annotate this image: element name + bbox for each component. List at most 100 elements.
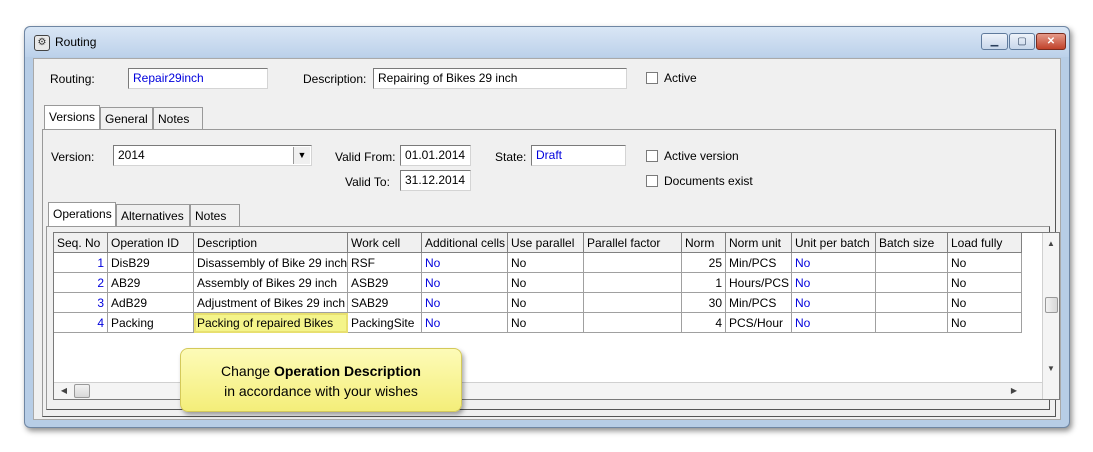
callout-line-1: Change Operation Description — [181, 361, 461, 381]
col-description[interactable]: Description — [194, 233, 348, 253]
cell-load-fully[interactable]: No — [948, 293, 1022, 313]
cell-additional-cells[interactable]: No — [422, 273, 508, 293]
col-load-fully[interactable]: Load fully — [948, 233, 1022, 253]
cell-parallel-factor[interactable] — [584, 313, 682, 333]
cell-work-cell[interactable]: SAB29 — [348, 293, 422, 313]
cell-parallel-factor[interactable] — [584, 293, 682, 313]
minimize-button[interactable]: ▁ — [981, 33, 1008, 50]
cell-batch-size[interactable] — [876, 273, 948, 293]
tab-inner-notes[interactable]: Notes — [190, 204, 240, 226]
version-select-value: 2014 — [118, 148, 145, 162]
col-batch-size[interactable]: Batch size — [876, 233, 948, 253]
cell-parallel-factor[interactable] — [584, 253, 682, 273]
cell-load-fully[interactable]: No — [948, 273, 1022, 293]
col-unit-per-batch[interactable]: Unit per batch — [792, 233, 876, 253]
scroll-down-icon[interactable]: ▼ — [1043, 361, 1059, 377]
cell-parallel-factor[interactable] — [584, 273, 682, 293]
active-label: Active — [664, 71, 697, 85]
vertical-scroll-thumb[interactable] — [1045, 297, 1058, 313]
valid-to-input[interactable]: 31.12.2014 — [400, 170, 471, 191]
cell-load-fully[interactable]: No — [948, 253, 1022, 273]
cell-additional-cells[interactable]: No — [422, 253, 508, 273]
valid-from-label: Valid From: — [335, 150, 396, 164]
cell-load-fully[interactable]: No — [948, 313, 1022, 333]
state-input[interactable]: Draft — [531, 145, 626, 166]
cell-norm-unit[interactable]: Min/PCS — [726, 253, 792, 273]
callout-tooltip: Change Operation Description in accordan… — [180, 348, 462, 412]
cell-description[interactable]: Adjustment of Bikes 29 inch — [194, 293, 348, 313]
cell-description[interactable]: Disassembly of Bike 29 inch — [194, 253, 348, 273]
routing-input[interactable]: Repair29inch — [128, 68, 268, 89]
table-row[interactable]: 2 AB29 Assembly of Bikes 29 inch ASB29 N… — [54, 273, 1022, 293]
cell-batch-size[interactable] — [876, 293, 948, 313]
table-row[interactable]: 4 Packing Packing of repaired Bikes Pack… — [54, 313, 1022, 333]
cell-operation-id[interactable]: AdB29 — [108, 293, 194, 313]
col-norm[interactable]: Norm — [682, 233, 726, 253]
cell-work-cell[interactable]: ASB29 — [348, 273, 422, 293]
tab-general[interactable]: General — [100, 107, 153, 129]
cell-work-cell[interactable]: RSF — [348, 253, 422, 273]
cell-operation-id[interactable]: DisB29 — [108, 253, 194, 273]
callout-line-2: in accordance with your wishes — [224, 383, 418, 399]
col-parallel-factor[interactable]: Parallel factor — [584, 233, 682, 253]
cell-unit-per-batch[interactable]: No — [792, 253, 876, 273]
table-row[interactable]: 1 DisB29 Disassembly of Bike 29 inch RSF… — [54, 253, 1022, 273]
tab-alternatives[interactable]: Alternatives — [116, 204, 190, 226]
cell-use-parallel[interactable]: No — [508, 273, 584, 293]
col-norm-unit[interactable]: Norm unit — [726, 233, 792, 253]
scroll-left-icon[interactable]: ◀ — [56, 383, 72, 399]
cell-additional-cells[interactable]: No — [422, 293, 508, 313]
cell-unit-per-batch[interactable]: No — [792, 313, 876, 333]
valid-from-input[interactable]: 01.01.2014 — [400, 145, 471, 166]
valid-to-label: Valid To: — [345, 175, 390, 189]
cell-norm[interactable]: 30 — [682, 293, 726, 313]
col-seq-no[interactable]: Seq. No — [54, 233, 108, 253]
col-operation-id[interactable]: Operation ID — [108, 233, 194, 253]
tab-versions[interactable]: Versions — [44, 105, 100, 129]
tab-operations[interactable]: Operations — [48, 202, 116, 226]
tab-notes[interactable]: Notes — [153, 107, 203, 129]
cell-additional-cells[interactable]: No — [422, 313, 508, 333]
active-checkbox[interactable] — [646, 72, 658, 84]
cell-unit-per-batch[interactable]: No — [792, 293, 876, 313]
horizontal-scroll-thumb[interactable] — [74, 384, 90, 398]
close-button[interactable]: ✕ — [1036, 33, 1066, 50]
vertical-scrollbar[interactable]: ▲ ▼ — [1042, 233, 1059, 399]
cell-norm-unit[interactable]: PCS/Hour — [726, 313, 792, 333]
table-header-row: Seq. No Operation ID Description Work ce… — [54, 233, 1022, 253]
cell-use-parallel[interactable]: No — [508, 293, 584, 313]
cell-norm[interactable]: 1 — [682, 273, 726, 293]
cell-use-parallel[interactable]: No — [508, 253, 584, 273]
cell-unit-per-batch[interactable]: No — [792, 273, 876, 293]
chevron-down-icon[interactable]: ▼ — [293, 147, 310, 164]
cell-operation-id[interactable]: Packing — [108, 313, 194, 333]
col-work-cell[interactable]: Work cell — [348, 233, 422, 253]
cell-norm-unit[interactable]: Hours/PCS — [726, 273, 792, 293]
cell-batch-size[interactable] — [876, 253, 948, 273]
cell-batch-size[interactable] — [876, 313, 948, 333]
table-row[interactable]: 3 AdB29 Adjustment of Bikes 29 inch SAB2… — [54, 293, 1022, 313]
cell-seq-no[interactable]: 4 — [54, 313, 108, 333]
cell-norm-unit[interactable]: Min/PCS — [726, 293, 792, 313]
cell-description[interactable]: Assembly of Bikes 29 inch — [194, 273, 348, 293]
cell-norm[interactable]: 4 — [682, 313, 726, 333]
title-bar[interactable]: ⚙ Routing ▁ ▢ ✕ — [25, 27, 1069, 57]
description-input[interactable]: Repairing of Bikes 29 inch — [373, 68, 627, 89]
scroll-up-icon[interactable]: ▲ — [1043, 236, 1059, 252]
routing-label: Routing: — [50, 72, 95, 86]
col-additional-cells[interactable]: Additional cells — [422, 233, 508, 253]
cell-norm[interactable]: 25 — [682, 253, 726, 273]
scroll-right-icon[interactable]: ▶ — [1006, 383, 1022, 399]
maximize-button[interactable]: ▢ — [1009, 33, 1035, 50]
cell-work-cell[interactable]: PackingSite — [348, 313, 422, 333]
active-version-checkbox[interactable] — [646, 150, 658, 162]
col-use-parallel[interactable]: Use parallel — [508, 233, 584, 253]
cell-operation-id[interactable]: AB29 — [108, 273, 194, 293]
cell-seq-no[interactable]: 3 — [54, 293, 108, 313]
window-title: Routing — [55, 35, 97, 49]
cell-seq-no[interactable]: 1 — [54, 253, 108, 273]
cell-seq-no[interactable]: 2 — [54, 273, 108, 293]
documents-exist-checkbox[interactable] — [646, 175, 658, 187]
cell-use-parallel[interactable]: No — [508, 313, 584, 333]
version-select[interactable]: 2014 ▼ — [113, 145, 312, 166]
